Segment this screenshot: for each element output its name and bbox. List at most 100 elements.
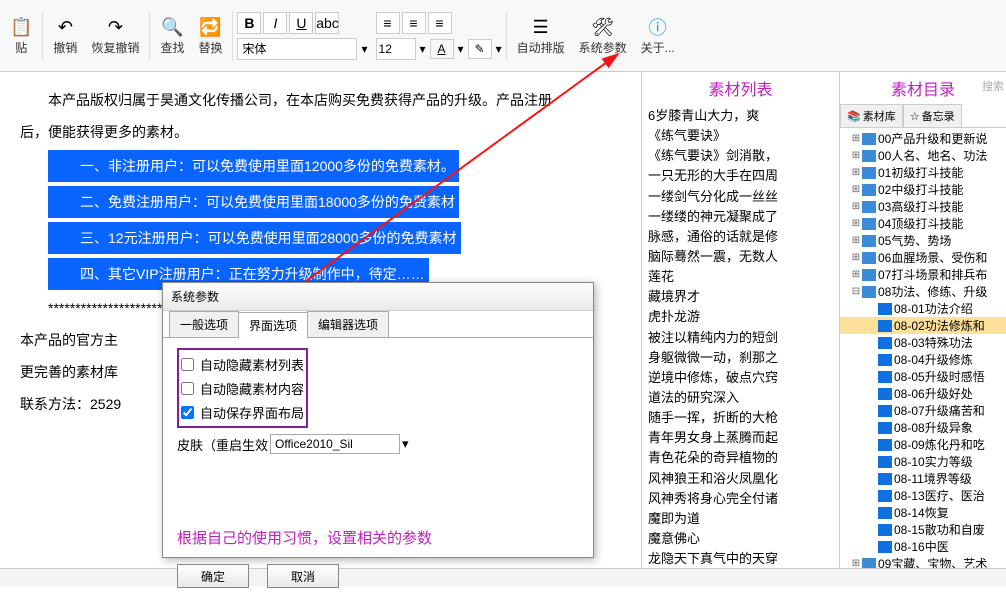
tree-item[interactable]: 08-09炼化丹和吃 <box>840 436 1006 453</box>
tree-item[interactable]: 08-11境界等级 <box>840 470 1006 487</box>
tree-item[interactable]: 08-10实力等级 <box>840 453 1006 470</box>
tree-item[interactable]: ⊞01初级打斗技能 <box>840 164 1006 181</box>
ok-button[interactable]: 确定 <box>177 564 249 588</box>
about-button[interactable]: ⓘ关于... <box>635 11 681 60</box>
bold-button[interactable]: B <box>237 12 261 34</box>
chk-save-layout[interactable] <box>181 406 194 419</box>
snippet-item[interactable]: 风神狼王和浴火凤凰化 <box>648 469 833 489</box>
tree-item[interactable]: 08-08升级异象 <box>840 419 1006 436</box>
expand-icon[interactable]: ⊞ <box>850 235 862 246</box>
align-center-button[interactable]: ≡ <box>402 12 426 34</box>
underline-button[interactable]: U <box>289 12 313 34</box>
paste-button[interactable]: 📋贴 <box>4 11 38 60</box>
expand-icon[interactable]: ⊞ <box>850 252 862 263</box>
tree-item[interactable]: 08-03特殊功法 <box>840 334 1006 351</box>
highlight-button[interactable]: ✎ <box>468 39 492 59</box>
expand-icon[interactable]: ⊞ <box>850 269 862 280</box>
snippet-item[interactable]: 一缕缕的神元凝聚成了 <box>648 207 833 227</box>
font-dropdown-icon[interactable]: ▾ <box>361 42 367 56</box>
color-dropdown-icon[interactable]: ▾ <box>458 42 464 56</box>
tree-item[interactable]: ⊞00人名、地名、功法 <box>840 147 1006 164</box>
font-select[interactable] <box>237 38 357 60</box>
align-right-button[interactable]: ≡ <box>428 12 452 34</box>
replace-button[interactable]: 🔁替换 <box>192 11 228 60</box>
undo-button[interactable]: ↶撤销 <box>47 11 83 60</box>
skin-dropdown-icon[interactable]: ▾ <box>402 436 409 452</box>
snippet-item[interactable]: 身躯微微一动，刹那之 <box>648 348 833 368</box>
expand-icon[interactable]: ⊞ <box>850 167 862 178</box>
snippet-item[interactable]: 风神秀将身心完全付诸 <box>648 489 833 509</box>
tree-item[interactable]: 08-01功法介绍 <box>840 300 1006 317</box>
tree-item[interactable]: 08-04升级修炼 <box>840 351 1006 368</box>
skin-select[interactable] <box>270 434 400 454</box>
snippet-item[interactable]: 《练气要诀》 <box>648 126 833 146</box>
size-select[interactable] <box>376 38 416 60</box>
snippet-item[interactable]: 6岁膝青山大力，爽 <box>648 106 833 126</box>
folder-tree[interactable]: ⊞00产品升级和更新说⊞00人名、地名、功法⊞01初级打斗技能⊞02中级打斗技能… <box>840 128 1006 586</box>
tree-item[interactable]: ⊞03高级打斗技能 <box>840 198 1006 215</box>
snippet-item[interactable]: 随手一挥，折断的大枪 <box>648 408 833 428</box>
tab-memo[interactable]: ☆备忘录 <box>903 104 962 127</box>
find-button[interactable]: 🔍查找 <box>154 11 190 60</box>
snippet-item[interactable]: 青色花朵的奇异植物的 <box>648 448 833 468</box>
tree-item[interactable]: ⊟08功法、修练、升级 <box>840 283 1006 300</box>
tree-item[interactable]: ⊞05气势、势场 <box>840 232 1006 249</box>
tree-item[interactable]: ⊞02中级打斗技能 <box>840 181 1006 198</box>
snippet-item[interactable]: 脑际蓦然一震，无数人 <box>648 247 833 267</box>
snippet-item[interactable]: 魔意佛心 <box>648 529 833 549</box>
snippet-item[interactable]: 道法的研究深入 <box>648 388 833 408</box>
snippet-item[interactable]: 虎扑龙游 <box>648 307 833 327</box>
chk-hide-list[interactable] <box>181 358 194 371</box>
expand-icon[interactable]: ⊞ <box>850 218 862 229</box>
editor-text: 本产品的官方主 <box>20 332 118 348</box>
tree-item[interactable]: 08-13医疗、医治 <box>840 487 1006 504</box>
tree-item[interactable]: ⊞04顶级打斗技能 <box>840 215 1006 232</box>
redo-button[interactable]: ↷恢复撤销 <box>85 11 145 60</box>
search-hint[interactable]: 搜索 <box>982 78 1004 94</box>
italic-button[interactable]: I <box>263 12 287 34</box>
tree-item[interactable]: ⊞07打斗场景和排兵布 <box>840 266 1006 283</box>
expand-icon[interactable]: ⊞ <box>850 150 862 161</box>
snippet-item[interactable]: 逆境中修炼，破点穴窍 <box>648 368 833 388</box>
align-left-button[interactable]: ≡ <box>376 12 400 34</box>
snippet-item[interactable]: 脉感，通俗的话就是修 <box>648 227 833 247</box>
snippet-list[interactable]: 6岁膝青山大力，爽《练气要诀》《练气要诀》剑消散，一只无形的大手在四周一缕剑气分… <box>642 104 839 586</box>
folder-icon <box>878 490 892 502</box>
tree-item[interactable]: 08-16中医 <box>840 538 1006 555</box>
auto-layout-button[interactable]: ☰自动排版 <box>511 11 571 60</box>
tab-library[interactable]: 📚素材库 <box>840 104 903 127</box>
snippet-item[interactable]: 一缕剑气分化成一丝丝 <box>648 187 833 207</box>
snippet-item[interactable]: 藏境界才 <box>648 287 833 307</box>
sys-params-button[interactable]: 🛠系统参数 <box>573 11 633 60</box>
snippet-item[interactable]: 青年男女身上蒸腾而起 <box>648 428 833 448</box>
dlg-tab-ui[interactable]: 界面选项 <box>238 312 308 338</box>
expand-icon[interactable]: ⊞ <box>850 201 862 212</box>
tree-item[interactable]: 08-02功法修炼和 <box>840 317 1006 334</box>
tree-item[interactable]: 08-14恢复 <box>840 504 1006 521</box>
hl-dropdown-icon[interactable]: ▾ <box>496 42 502 56</box>
font-color-button[interactable]: A <box>430 39 454 59</box>
tree-label: 08-05升级时感悟 <box>894 368 985 385</box>
chk-hide-content[interactable] <box>181 382 194 395</box>
expand-icon[interactable]: ⊟ <box>850 286 862 297</box>
dlg-tab-general[interactable]: 一般选项 <box>169 311 239 337</box>
tree-item[interactable]: 08-07升级痛苦和 <box>840 402 1006 419</box>
expand-icon[interactable]: ⊞ <box>850 184 862 195</box>
size-dropdown-icon[interactable]: ▾ <box>420 42 426 56</box>
strike-button[interactable]: abc <box>315 12 339 34</box>
tree-item[interactable]: 08-06升级好处 <box>840 385 1006 402</box>
snippet-item[interactable]: 《练气要诀》剑消散， <box>648 146 833 166</box>
expand-icon[interactable]: ⊞ <box>850 133 862 144</box>
dlg-tab-editor[interactable]: 编辑器选项 <box>307 311 389 337</box>
tree-item[interactable]: 08-05升级时感悟 <box>840 368 1006 385</box>
snippet-item[interactable]: 被注以精纯内力的短剑 <box>648 328 833 348</box>
snippet-item[interactable]: 莲花 <box>648 267 833 287</box>
tree-item[interactable]: ⊞06血腥场景、受伤和 <box>840 249 1006 266</box>
tree-item[interactable]: 08-15散功和自废 <box>840 521 1006 538</box>
tree-item[interactable]: ⊞00产品升级和更新说 <box>840 130 1006 147</box>
snippet-item[interactable]: 龙隐天下真气中的天穿 <box>648 549 833 569</box>
skin-label: 皮肤（重启生效 <box>177 435 268 454</box>
snippet-item[interactable]: 一只无形的大手在四周 <box>648 166 833 186</box>
cancel-button[interactable]: 取消 <box>267 564 339 588</box>
snippet-item[interactable]: 魔即为道 <box>648 509 833 529</box>
